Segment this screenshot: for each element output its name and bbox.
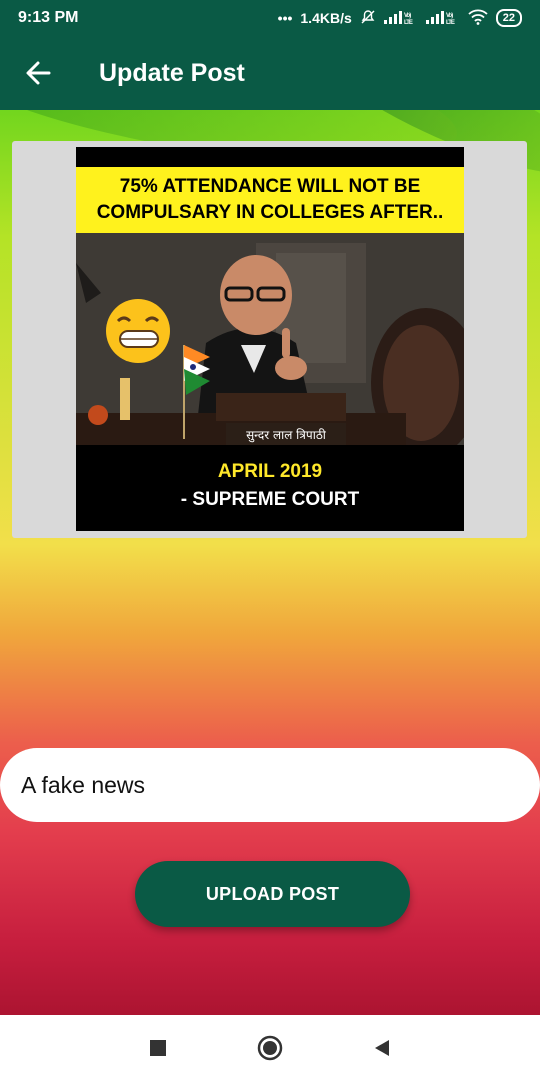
network-speed: 1.4KB/s — [300, 10, 352, 26]
more-dots-icon: ••• — [277, 10, 293, 26]
page-title: Update Post — [99, 58, 245, 87]
home-button[interactable] — [254, 1032, 286, 1064]
post-image: 75% ATTENDANCE WILL NOT BE COMPULSARY IN… — [76, 147, 464, 531]
svg-text:Vo): Vo) — [446, 13, 453, 19]
poster-headline: 75% ATTENDANCE WILL NOT BE COMPULSARY IN… — [76, 167, 464, 233]
circle-icon — [257, 1035, 283, 1060]
app-bar: Update Post — [0, 36, 540, 110]
recents-button[interactable] — [142, 1032, 174, 1064]
poster-source: - SUPREME COURT — [180, 489, 360, 510]
status-icons: ••• 1.4KB/s Vo) LTE Vo) LTE 22 — [278, 9, 522, 28]
back-nav-button[interactable] — [366, 1032, 398, 1064]
post-image-card[interactable]: 75% ATTENDANCE WILL NOT BE COMPULSARY IN… — [12, 141, 527, 538]
signal-icon: Vo) LTE — [425, 10, 460, 27]
caption-input[interactable]: A fake news — [0, 748, 540, 822]
system-nav-bar — [0, 1015, 540, 1080]
battery-icon: 22 — [495, 9, 522, 27]
signal-icon: Vo) LTE — [383, 10, 418, 27]
upload-post-button[interactable]: UPLOAD POST — [135, 861, 410, 927]
status-bar: 9:13 PM ••• 1.4KB/s Vo) LTE Vo) LTE 22 — [0, 0, 540, 36]
mute-icon — [360, 9, 376, 28]
poster-photo: सुन्दर लाल त्रिपाठी — [76, 233, 464, 458]
status-time: 9:13 PM — [18, 9, 79, 26]
arrow-left-icon — [26, 61, 51, 85]
svg-text:LTE: LTE — [446, 20, 455, 24]
judge-photo-illustration: सुन्दर लाल त्रिपाठी — [76, 233, 464, 458]
square-icon — [150, 1039, 166, 1056]
svg-text:LTE: LTE — [404, 20, 413, 24]
triangle-back-icon — [375, 1039, 389, 1056]
content-area: 75% ATTENDANCE WILL NOT BE COMPULSARY IN… — [0, 110, 540, 1015]
nameplate-text: सुन्दर लाल त्रिपाठी — [246, 428, 327, 443]
svg-text:Vo): Vo) — [404, 13, 411, 19]
wifi-icon — [468, 9, 488, 28]
back-button[interactable] — [0, 36, 76, 110]
poster-date: APRIL 2019 — [217, 461, 323, 482]
poster-footer: APRIL 2019 - SUPREME COURT — [76, 459, 464, 515]
